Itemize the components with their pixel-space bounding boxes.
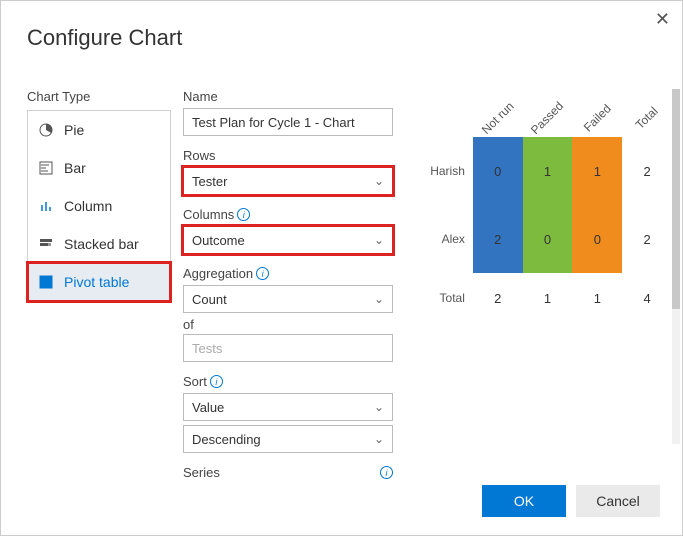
chart-type-pie[interactable]: Pie	[28, 111, 170, 149]
sort-label-text: Sort	[183, 374, 207, 389]
cancel-button[interactable]: Cancel	[576, 485, 660, 517]
pivot-col-total: 1	[523, 273, 573, 323]
dialog-footer: OK Cancel	[482, 485, 660, 517]
pivot-col-total: 1	[572, 273, 622, 323]
info-icon[interactable]: i	[380, 466, 393, 479]
rows-label: Rows	[183, 148, 393, 163]
col-header-notrun: Not run	[473, 97, 523, 137]
table-row-total: Total 2 1 1 4	[423, 273, 672, 323]
sort-dir-value: Descending	[192, 432, 261, 447]
col-header-total: Total	[622, 97, 672, 137]
chevron-down-icon: ⌄	[374, 233, 384, 247]
aggregation-label: Aggregation i	[183, 266, 393, 281]
of-input-text: Tests	[192, 341, 222, 356]
row-header: Harish	[423, 137, 473, 205]
chart-type-panel: Chart Type Pie Bar	[27, 89, 171, 459]
chart-type-column-label: Column	[64, 198, 112, 214]
sort-by-select[interactable]: Value ⌄	[183, 393, 393, 421]
table-row: Harish 0 1 1 2	[423, 137, 672, 205]
pivot-col-total: 2	[473, 273, 523, 323]
dialog-content: Chart Type Pie Bar	[27, 89, 672, 459]
info-icon[interactable]: i	[210, 375, 223, 388]
chevron-down-icon: ⌄	[374, 292, 384, 306]
pivot-cell: 0	[572, 205, 622, 273]
pivot-row-total: 2	[622, 137, 672, 205]
dialog-title: Configure Chart	[1, 1, 682, 51]
chart-type-stackedbar-label: Stacked bar	[64, 236, 139, 252]
columns-label-text: Columns	[183, 207, 234, 222]
chevron-down-icon: ⌄	[374, 174, 384, 188]
chart-type-column[interactable]: Column	[28, 187, 170, 225]
chart-preview: Not run Passed Failed Total Harish 0 1 1	[403, 89, 672, 459]
pivot-cell: 0	[473, 137, 523, 205]
chevron-down-icon: ⌄	[374, 432, 384, 446]
pivot-grand-total: 4	[622, 273, 672, 323]
aggregation-select-value: Count	[192, 292, 227, 307]
name-label: Name	[183, 89, 393, 104]
stacked-bar-icon	[38, 236, 54, 252]
row-header: Alex	[423, 205, 473, 273]
name-input[interactable]: Test Plan for Cycle 1 - Chart	[183, 108, 393, 136]
col-header-failed: Failed	[572, 97, 622, 137]
pivot-table-preview: Not run Passed Failed Total Harish 0 1 1	[423, 97, 672, 323]
row-header-total: Total	[423, 273, 473, 323]
columns-label: Columns i	[183, 207, 393, 222]
info-icon[interactable]: i	[256, 267, 269, 280]
rows-select[interactable]: Tester ⌄	[183, 167, 393, 195]
columns-select[interactable]: Outcome ⌄	[183, 226, 393, 254]
columns-select-value: Outcome	[192, 233, 245, 248]
rows-select-value: Tester	[192, 174, 227, 189]
aggregation-select[interactable]: Count ⌄	[183, 285, 393, 313]
series-label: Series i	[183, 465, 393, 480]
aggregation-label-text: Aggregation	[183, 266, 253, 281]
name-input-text: Test Plan for Cycle 1 - Chart	[192, 115, 355, 130]
of-label: of	[183, 317, 393, 332]
pivot-row-total: 2	[622, 205, 672, 273]
pivot-cell: 1	[572, 137, 622, 205]
info-icon[interactable]: i	[237, 208, 250, 221]
col-header-passed: Passed	[523, 97, 573, 137]
sort-by-value: Value	[192, 400, 224, 415]
chart-type-stackedbar[interactable]: Stacked bar	[28, 225, 170, 263]
pivot-cell: 2	[473, 205, 523, 273]
scrollbar-thumb[interactable]	[672, 89, 680, 309]
scrollbar[interactable]	[672, 89, 680, 444]
column-icon	[38, 198, 54, 214]
pie-icon	[38, 122, 54, 138]
table-row: Alex 2 0 0 2	[423, 205, 672, 273]
chart-type-label: Chart Type	[27, 89, 171, 104]
sort-dir-select[interactable]: Descending ⌄	[183, 425, 393, 453]
config-form: Name Test Plan for Cycle 1 - Chart Rows …	[183, 89, 393, 459]
chevron-down-icon: ⌄	[374, 400, 384, 414]
chart-type-bar[interactable]: Bar	[28, 149, 170, 187]
chart-type-pivot-label: Pivot table	[64, 274, 129, 290]
chart-type-pivot-table[interactable]: Pivot table	[28, 263, 170, 301]
chart-type-bar-label: Bar	[64, 160, 86, 176]
close-icon[interactable]: ✕	[655, 9, 670, 30]
series-label-text: Series	[183, 465, 220, 480]
chart-type-pie-label: Pie	[64, 122, 84, 138]
sort-label: Sort i	[183, 374, 393, 389]
ok-button[interactable]: OK	[482, 485, 566, 517]
bar-icon	[38, 160, 54, 176]
configure-chart-dialog: ✕ Configure Chart Chart Type Pie Bar	[0, 0, 683, 536]
of-input: Tests	[183, 334, 393, 362]
pivot-cell: 1	[523, 137, 573, 205]
chart-type-list: Pie Bar Column	[27, 110, 171, 302]
pivot-table-icon	[38, 274, 54, 290]
pivot-cell: 0	[523, 205, 573, 273]
